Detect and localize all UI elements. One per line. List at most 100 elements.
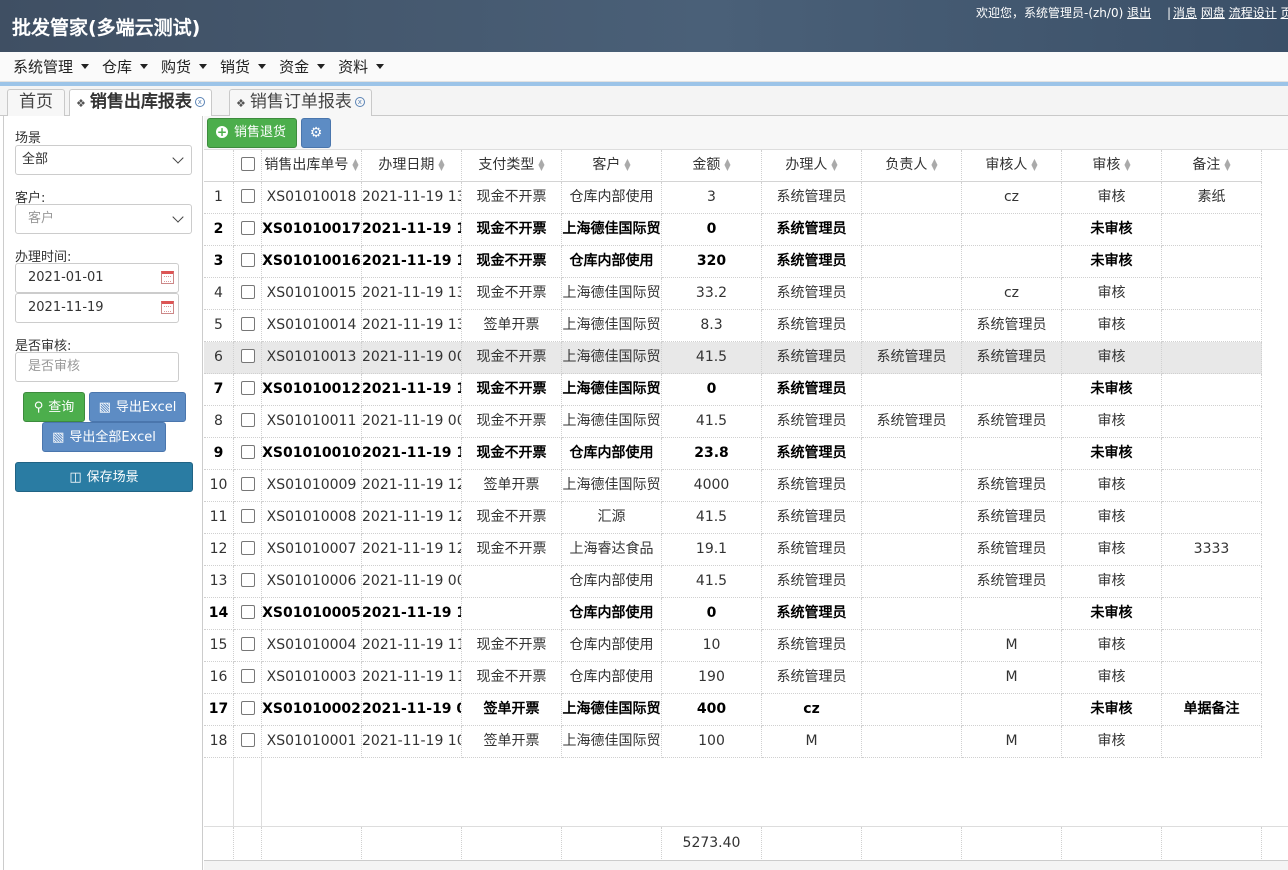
sort-icon[interactable]: ▲ ▼ bbox=[438, 158, 444, 172]
table-row[interactable]: 4 XS01010015 2021-11-19 13 现金不开票 上海德佳国际贸 33.2… bbox=[204, 278, 1262, 310]
sort-icon[interactable]: ▲ ▼ bbox=[624, 158, 630, 172]
menu-warehouse[interactable]: 仓库 bbox=[95, 52, 154, 82]
cell-order-no: XS01010010 bbox=[262, 438, 362, 470]
row-checkbox[interactable] bbox=[240, 221, 255, 235]
table-row[interactable]: 6 XS01010013 2021-11-19 00 现金不开票 上海德佳国际贸 41.5… bbox=[204, 342, 1262, 374]
row-checkbox[interactable] bbox=[240, 733, 255, 747]
table-row[interactable]: 7 XS01010012 2021-11-19 1 现金不开票 上海德佳国际贸 0 系统管理… bbox=[204, 374, 1262, 406]
logout-link[interactable]: 退出 bbox=[1127, 6, 1151, 20]
table-row[interactable]: 11 XS01010008 2021-11-19 12 现金不开票 汇源 41.5 系统管理… bbox=[204, 502, 1262, 534]
cell-auditor: 系统管理员 bbox=[962, 534, 1062, 566]
date-to-input[interactable]: 2021-11-19 bbox=[15, 293, 179, 323]
column-header-customer[interactable]: 客户 ▲ ▼ bbox=[562, 150, 662, 182]
menu-system-management[interactable]: 系统管理 bbox=[0, 52, 95, 82]
close-tab-icon[interactable]: x bbox=[354, 97, 365, 107]
close-tab-icon[interactable]: x bbox=[194, 97, 205, 107]
audit-input[interactable]: 是否审核 bbox=[15, 352, 179, 382]
export-excel-button[interactable]: ▧ 导出Excel bbox=[89, 392, 186, 422]
row-checkbox[interactable] bbox=[240, 445, 255, 459]
row-checkbox[interactable] bbox=[240, 381, 255, 395]
sort-icon[interactable]: ▲ ▼ bbox=[831, 158, 837, 172]
row-checkbox[interactable] bbox=[240, 573, 255, 587]
tab-sales-order-report[interactable]: ❖ 销售订单报表 x bbox=[229, 89, 372, 116]
sort-icon[interactable]: ▲ ▼ bbox=[538, 158, 544, 172]
row-checkbox[interactable] bbox=[240, 317, 255, 331]
row-checkbox[interactable] bbox=[240, 701, 255, 715]
table-row[interactable]: 12 XS01010007 2021-11-19 12 现金不开票 上海睿达食品 19.1… bbox=[204, 534, 1262, 566]
table-row[interactable]: 14 XS01010005 2021-11-19 1 仓库内部使用 0 系统管理员 未审核 bbox=[204, 598, 1262, 630]
column-header-amount[interactable]: 金额 ▲ ▼ bbox=[662, 150, 762, 182]
row-checkbox[interactable] bbox=[240, 189, 255, 203]
table-row[interactable]: 16 XS01010003 2021-11-19 11 现金不开票 仓库内部使用 190 系… bbox=[204, 662, 1262, 694]
message-link[interactable]: 消息 bbox=[1173, 6, 1197, 20]
table-row[interactable]: 3 XS01010016 2021-11-19 1 现金不开票 仓库内部使用 320 系统管… bbox=[204, 246, 1262, 278]
cell-audit-status: 未审核 bbox=[1062, 694, 1162, 726]
table-row[interactable]: 10 XS01010009 2021-11-19 12 签单开票 上海德佳国际贸 4000… bbox=[204, 470, 1262, 502]
column-header-auditor[interactable]: 审核人 ▲ ▼ bbox=[962, 150, 1062, 182]
sort-icon[interactable]: ▲ ▼ bbox=[352, 158, 358, 172]
column-header-owner[interactable]: 负责人 ▲ ▼ bbox=[862, 150, 962, 182]
sort-icon[interactable]: ▲ ▼ bbox=[1124, 158, 1130, 172]
sort-icon[interactable]: ▲ ▼ bbox=[931, 158, 937, 172]
query-button[interactable]: ⚲ 查询 bbox=[23, 392, 85, 422]
table-row[interactable]: 5 XS01010014 2021-11-19 13 签单开票 上海德佳国际贸 8.3 系统… bbox=[204, 310, 1262, 342]
cell-audit-status: 审核 bbox=[1062, 726, 1162, 758]
row-checkbox[interactable] bbox=[240, 669, 255, 683]
row-checkbox[interactable] bbox=[240, 349, 255, 363]
table-row[interactable]: 17 XS01010002 2021-11-19 0 签单开票 上海德佳国际贸 400 cz… bbox=[204, 694, 1262, 726]
column-header-audit-status[interactable]: 审核 ▲ ▼ bbox=[1062, 150, 1162, 182]
table-row[interactable]: 18 XS01010001 2021-11-19 10 签单开票 上海德佳国际贸 100 M… bbox=[204, 726, 1262, 758]
tab-home[interactable]: 首页 bbox=[7, 89, 65, 116]
menu-data[interactable]: 资料 bbox=[331, 52, 390, 82]
page-link[interactable]: 页 bbox=[1281, 6, 1288, 20]
cell-remark: 素纸 bbox=[1162, 182, 1262, 214]
row-checkbox[interactable] bbox=[240, 605, 255, 619]
date-from-input[interactable]: 2021-01-01 bbox=[15, 263, 179, 293]
table-row[interactable]: 9 XS01010010 2021-11-19 1 现金不开票 仓库内部使用 23.8 系统… bbox=[204, 438, 1262, 470]
row-checkbox[interactable] bbox=[240, 413, 255, 427]
column-header-date[interactable]: 办理日期 ▲ ▼ bbox=[362, 150, 462, 182]
caret-down-icon bbox=[258, 64, 267, 69]
netdisk-link[interactable]: 网盘 bbox=[1201, 6, 1225, 20]
column-header-handler[interactable]: 办理人 ▲ ▼ bbox=[762, 150, 862, 182]
select-all-cell bbox=[234, 150, 262, 182]
column-header-remark[interactable]: 备注 ▲ ▼ bbox=[1162, 150, 1262, 182]
column-header-order-no[interactable]: 销售出库单号 ▲ ▼ bbox=[262, 150, 362, 182]
menu-funds[interactable]: 资金 bbox=[272, 52, 331, 82]
sort-icon[interactable]: ▲ ▼ bbox=[724, 158, 730, 172]
menu-sales[interactable]: 销货 bbox=[213, 52, 272, 82]
calendar-icon[interactable] bbox=[161, 271, 174, 284]
row-checkbox[interactable] bbox=[240, 285, 255, 299]
sort-icon[interactable]: ▲ ▼ bbox=[1031, 158, 1037, 172]
tab-sales-outbound-report[interactable]: ❖ 销售出库报表 x bbox=[69, 89, 212, 117]
row-checkbox[interactable] bbox=[240, 637, 255, 651]
table-row[interactable]: 8 XS01010011 2021-11-19 00 现金不开票 上海德佳国际贸 41.5… bbox=[204, 406, 1262, 438]
table-row[interactable]: 2 XS01010017 2021-11-19 1 现金不开票 上海德佳国际贸 0 系统管理… bbox=[204, 214, 1262, 246]
cell-order-no: XS01010011 bbox=[262, 406, 362, 438]
cell-handler: 系统管理员 bbox=[762, 438, 862, 470]
save-scene-button[interactable]: ◫ 保存场景 bbox=[15, 462, 193, 492]
table-row[interactable]: 1 XS01010018 2021-11-19 13 现金不开票 仓库内部使用 3 系统管理… bbox=[204, 182, 1262, 214]
sales-return-button[interactable]: + 销售退货 bbox=[207, 118, 297, 148]
cell-handler: 系统管理员 bbox=[762, 662, 862, 694]
menu-purchase[interactable]: 购货 bbox=[154, 52, 213, 82]
cell-remark: 3333 bbox=[1162, 534, 1262, 566]
calendar-icon[interactable] bbox=[161, 301, 174, 314]
table-row[interactable]: 13 XS01010006 2021-11-19 00 仓库内部使用 41.5 系统管理员… bbox=[204, 566, 1262, 598]
column-header-label: 办理人 bbox=[785, 157, 828, 173]
row-checkbox[interactable] bbox=[240, 477, 255, 491]
export-all-excel-button[interactable]: ▧ 导出全部Excel bbox=[42, 422, 166, 452]
workflow-design-link[interactable]: 流程设计 bbox=[1229, 6, 1277, 20]
row-checkbox[interactable] bbox=[240, 509, 255, 523]
scene-select[interactable]: 全部 bbox=[15, 145, 192, 175]
column-header-pay-type[interactable]: 支付类型 ▲ ▼ bbox=[462, 150, 562, 182]
row-checkbox[interactable] bbox=[240, 253, 255, 267]
settings-button[interactable]: ⚙ bbox=[301, 118, 331, 148]
customer-select[interactable]: 客户 bbox=[15, 204, 192, 234]
table-row[interactable]: 15 XS01010004 2021-11-19 11 现金不开票 仓库内部使用 10 系统… bbox=[204, 630, 1262, 662]
column-header-label: 销售出库单号 bbox=[264, 157, 349, 173]
select-all-checkbox[interactable] bbox=[240, 157, 255, 171]
row-checkbox[interactable] bbox=[240, 541, 255, 555]
row-select-cell bbox=[234, 694, 262, 726]
sort-icon[interactable]: ▲ ▼ bbox=[1224, 158, 1230, 172]
